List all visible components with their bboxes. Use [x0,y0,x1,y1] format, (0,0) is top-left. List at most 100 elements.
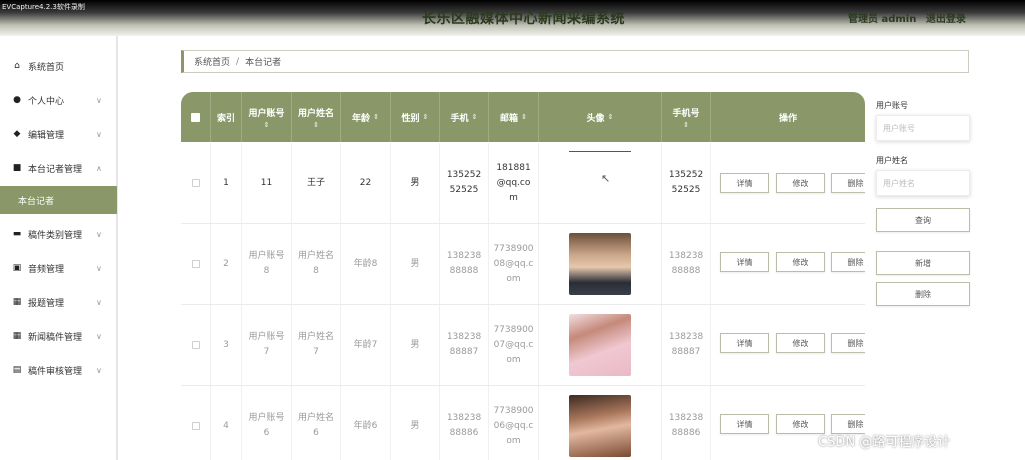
table-row: 1 11 王子 22 男 13525252525 181881@qq.com ↖… [181,143,865,224]
sort-icon: ⇕ [607,113,614,121]
cell-actions: 详情 修改 删除 [711,143,865,223]
col-name[interactable]: 用户姓名 ⇕ [292,92,341,142]
cell-account: 11 [242,143,292,223]
col-actions: 操作 [778,113,797,124]
breadcrumb-current: 本台记者 [245,58,282,68]
account-search-label: 用户账号 [876,101,908,110]
detail-button[interactable]: 详情 [720,252,769,272]
col-index: 索引 [211,92,242,142]
grid-icon: ▦ [12,331,22,341]
sidebar-item-editor[interactable]: ◆ 编辑管理 ∨ [0,118,117,150]
col-email[interactable]: 邮箱 ⇕ [489,92,539,142]
col-age[interactable]: 年龄 ⇕ [341,92,391,142]
cell-phone: 13823888888 [440,224,489,304]
cell-gender: 男 [391,143,440,223]
sort-icon: ⇕ [683,120,689,129]
account-search-input[interactable]: 用户账号 [876,115,970,141]
cell-avatar [539,224,662,304]
batch-delete-button[interactable]: 删除 [876,282,970,306]
add-button[interactable]: 新增 [876,251,970,275]
sidebar-item-news[interactable]: ▦ 新闻稿件管理 ∨ [0,320,117,352]
detail-button[interactable]: 详情 [720,173,769,193]
row-checkbox[interactable] [181,386,211,460]
logout-link[interactable]: 退出登录 [926,14,966,25]
capture-label: EVCapture4.2.3软件录制 [2,3,85,11]
row-checkbox[interactable] [181,143,211,223]
cell-phone-no: 13823888886 [662,386,711,460]
sidebar-item-topic[interactable]: ▦ 报题管理 ∨ [0,286,117,318]
reporter-icon: ■ [12,163,22,173]
cell-phone-no: 13525252525 [662,143,711,223]
cell-name: 用户姓名6 [292,386,341,460]
cell-phone-no: 13823888887 [662,305,711,385]
breadcrumb-home[interactable]: 系统首页 [194,55,230,68]
cell-age: 22 [341,143,391,223]
cell-email: 773890006@qq.com [489,386,539,460]
delete-button[interactable]: 删除 [831,173,865,193]
cell-avatar [539,305,662,385]
audio-icon: ▣ [12,263,22,273]
cell-phone: 13823888887 [440,305,489,385]
sidebar-item-reporter[interactable]: ■ 本台记者管理 ∧ [0,152,117,184]
delete-button[interactable]: 删除 [831,333,865,353]
name-search-input[interactable]: 用户姓名 [876,170,970,196]
cell-index: 2 [211,224,242,304]
edit-button[interactable]: 修改 [776,173,825,193]
delete-button[interactable]: 删除 [831,252,865,272]
top-header: EVCapture4.2.3软件录制 长乐区融媒体中心新闻采编系统 管理员 ad… [0,0,1025,36]
row-checkbox[interactable] [181,305,211,385]
select-all-checkbox[interactable] [181,92,211,142]
sidebar-item-audio[interactable]: ▣ 音频管理 ∨ [0,252,117,284]
cell-name: 用户姓名8 [292,224,341,304]
col-phone-no[interactable]: 手机号 ⇕ [662,92,711,142]
col-account[interactable]: 用户账号 ⇕ [242,92,292,142]
cell-index: 1 [211,143,242,223]
cell-phone: 13525252525 [440,143,489,223]
avatar [569,233,631,295]
cell-age: 年龄7 [341,305,391,385]
cell-account: 用户账号8 [242,224,292,304]
sidebar: ⌂ 系统首页 ● 个人中心 ∨ ◆ 编辑管理 ∨ ■ 本台记者管理 ∧ 本台记者… [0,36,118,460]
chevron-down-icon: ∨ [96,95,102,105]
chevron-down-icon: ∨ [96,229,102,239]
col-gender[interactable]: 性别 ⇕ [391,92,440,142]
edit-icon: ◆ [13,129,21,139]
edit-button[interactable]: 修改 [776,333,825,353]
category-icon: ▬ [12,229,22,239]
cell-name: 用户姓名7 [292,305,341,385]
sidebar-item-personal[interactable]: ● 个人中心 ∨ [0,84,117,116]
cell-gender: 男 [391,386,440,460]
review-icon: ▤ [12,365,22,375]
cell-email: 181881@qq.com [489,143,539,223]
breadcrumb-separator: / [236,56,240,67]
grid-icon: ▦ [12,297,22,307]
table-header: 索引 用户账号 ⇕ 用户姓名 ⇕ 年龄 ⇕ 性别 ⇕ 手机 ⇕ 邮箱 ⇕ 头像 ⇕ 手机号 ⇕ … [181,92,865,142]
detail-button[interactable]: 详情 [720,333,769,353]
chevron-down-icon: ∨ [96,365,102,375]
cell-name: 王子 [292,143,341,223]
edit-button[interactable]: 修改 [776,252,825,272]
cell-index: 3 [211,305,242,385]
chevron-up-icon: ∧ [96,163,102,173]
sidebar-item-category[interactable]: ▬ 稿件类别管理 ∨ [0,218,117,250]
cursor-icon: ↖ [601,172,611,185]
col-phone[interactable]: 手机 ⇕ [440,92,489,142]
sidebar-subitem-reporter[interactable]: 本台记者 [0,186,117,214]
cell-gender: 男 [391,224,440,304]
query-button[interactable]: 查询 [876,208,970,232]
cell-avatar [539,386,662,460]
cell-index: 4 [211,386,242,460]
sidebar-item-home[interactable]: ⌂ 系统首页 [0,50,117,82]
row-checkbox[interactable] [181,224,211,304]
cell-age: 年龄8 [341,224,391,304]
sidebar-item-review[interactable]: ▤ 稿件审核管理 ∨ [0,354,117,386]
sort-icon: ⇕ [521,113,527,121]
cell-email: 773890007@qq.com [489,305,539,385]
col-avatar[interactable]: 头像 ⇕ [539,92,662,142]
detail-button[interactable]: 详情 [720,414,769,434]
chevron-down-icon: ∨ [96,263,102,273]
chevron-down-icon: ∨ [96,297,102,307]
sort-icon: ⇕ [263,120,270,129]
system-title: 长乐区融媒体中心新闻采编系统 [422,11,625,27]
cell-email: 773890008@qq.com [489,224,539,304]
